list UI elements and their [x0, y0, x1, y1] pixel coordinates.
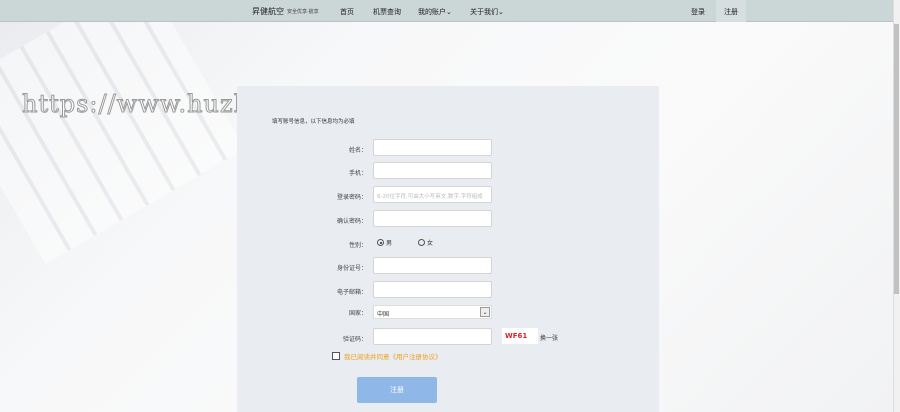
- gender-label: 性别：: [348, 242, 367, 249]
- phone-row: 手机：: [237, 162, 659, 182]
- chevron-down-icon: ⌄: [480, 307, 490, 317]
- id-number-input[interactable]: [373, 257, 492, 274]
- password-label: 登录密码：: [336, 194, 367, 201]
- confirm-password-input[interactable]: [373, 210, 492, 227]
- nav-about-us[interactable]: 关于我们⌄: [470, 7, 504, 17]
- captcha-label: 验证码：: [342, 336, 367, 343]
- gender-female-radio[interactable]: 女: [418, 238, 433, 247]
- female-label: 女: [427, 240, 434, 247]
- nav-home[interactable]: 首页: [340, 7, 354, 17]
- top-navbar: 昇健航空 安全优享·航享 首页 机票查询 我的账户⌄ 关于我们⌄ 登录 注册: [0, 0, 893, 22]
- country-label: 国家：: [348, 310, 367, 317]
- nav-flight-search[interactable]: 机票查询: [373, 7, 401, 17]
- agreement-link[interactable]: 我已阅读并同意《用户注册协议》: [344, 351, 442, 361]
- radio-checked-icon: [377, 239, 384, 246]
- name-row: 姓名：: [237, 139, 659, 159]
- chevron-down-icon: ⌄: [446, 8, 452, 16]
- country-value: 中国: [377, 311, 390, 318]
- radio-unchecked-icon: [418, 239, 425, 246]
- id-label: 身份证号：: [336, 265, 367, 272]
- agree-checkbox[interactable]: [332, 352, 340, 360]
- phone-input[interactable]: [373, 162, 492, 179]
- login-link[interactable]: 登录: [691, 7, 705, 17]
- register-submit-button[interactable]: 注册: [357, 377, 437, 403]
- brand-logo[interactable]: 昇健航空: [252, 6, 284, 17]
- id-row: 身份证号：: [237, 257, 659, 277]
- name-input[interactable]: [373, 139, 492, 156]
- gender-row: 性别： 男 女: [237, 234, 659, 254]
- country-select[interactable]: 中国 ⌄: [373, 305, 492, 319]
- captcha-image[interactable]: WF61: [502, 328, 538, 344]
- form-note: 填写账号信息，以下信息均为必填: [272, 119, 355, 125]
- male-label: 男: [386, 240, 393, 247]
- gender-male-radio[interactable]: 男: [377, 238, 392, 247]
- email-label: 电子邮箱：: [336, 289, 367, 296]
- captcha-row: 验证码： WF61 换一张: [237, 328, 659, 348]
- register-link[interactable]: 注册: [724, 7, 738, 17]
- agreement: 我已阅读并同意《用户注册协议》: [332, 351, 442, 361]
- chevron-down-icon: ⌄: [498, 8, 504, 16]
- register-tab[interactable]: 注册: [716, 0, 746, 22]
- phone-label: 手机：: [348, 170, 367, 177]
- nav-my-account-label: 我的账户: [418, 8, 446, 16]
- register-form: 填写账号信息，以下信息均为必填 姓名： 手机： 登录密码： 6-20位字符,可由…: [237, 86, 659, 412]
- scrollbar[interactable]: [893, 0, 900, 412]
- password-row: 登录密码： 6-20位字符,可由大小写英文,数字,字符组成: [237, 186, 659, 206]
- confirm-password-row: 确认密码：: [237, 210, 659, 230]
- nav-about-us-label: 关于我们: [470, 8, 498, 16]
- country-row: 国家： 中国 ⌄: [237, 305, 659, 325]
- scrollbar-thumb[interactable]: [894, 24, 899, 294]
- email-input[interactable]: [373, 281, 492, 298]
- email-row: 电子邮箱：: [237, 281, 659, 301]
- brand-slogan: 安全优享·航享: [287, 9, 319, 15]
- captcha-input[interactable]: [373, 328, 492, 345]
- name-label: 姓名：: [348, 147, 367, 154]
- password-input[interactable]: 6-20位字符,可由大小写英文,数字,字符组成: [373, 186, 492, 203]
- captcha-refresh-link[interactable]: 换一张: [540, 333, 558, 342]
- nav-my-account[interactable]: 我的账户⌄: [418, 7, 452, 17]
- confirm-password-label: 确认密码：: [336, 218, 367, 225]
